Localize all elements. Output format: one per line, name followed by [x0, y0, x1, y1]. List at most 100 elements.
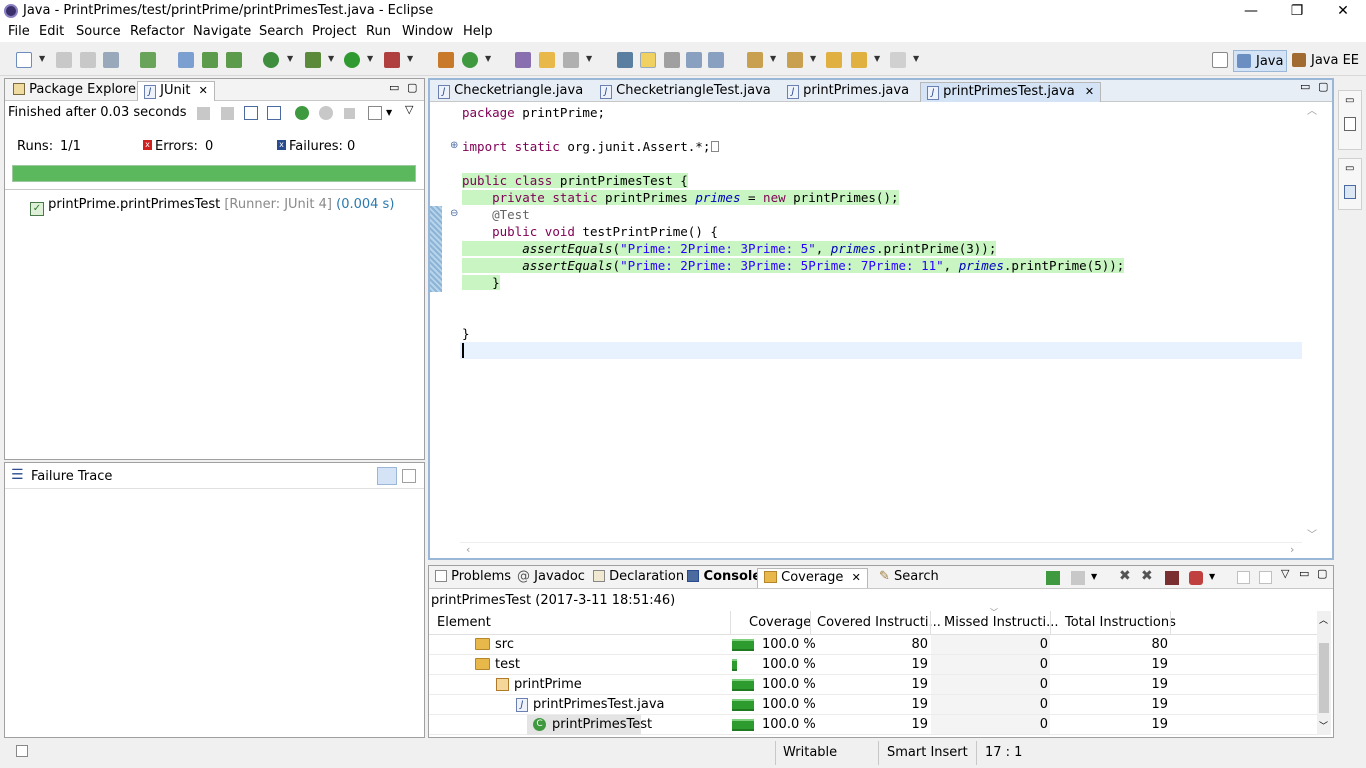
maximize-view-icon[interactable]: ▢ — [407, 81, 417, 94]
column-coverage[interactable]: Coverage — [749, 615, 811, 630]
close-button[interactable]: ✕ — [1320, 0, 1366, 22]
back-icon[interactable] — [851, 52, 867, 68]
table-row[interactable]: C printPrimesTest 100.0 % 19 0 19 — [429, 715, 1319, 735]
collapse-fold-icon[interactable]: ⊖ — [450, 208, 458, 219]
scroll-up-icon[interactable]: ︿ — [1319, 613, 1328, 626]
stop-icon[interactable] — [344, 108, 355, 119]
scroll-thumb[interactable] — [1319, 643, 1329, 713]
new-junit-icon[interactable] — [202, 52, 218, 68]
tab-checketriangle[interactable]: J Checketriangle.java — [432, 82, 589, 102]
scroll-down-icon[interactable]: ﹀ — [1319, 719, 1328, 732]
run-icon[interactable] — [344, 52, 360, 68]
collapse-all-icon[interactable] — [1237, 571, 1250, 584]
paragraph-icon[interactable] — [708, 52, 724, 68]
previous-annotation-dropdown-icon[interactable]: ▼ — [810, 54, 816, 63]
remove-session-icon[interactable]: ✖ — [1119, 568, 1131, 584]
open-perspective-icon[interactable] — [1212, 52, 1228, 68]
outline-icon[interactable] — [1344, 117, 1356, 131]
filter-stack-icon[interactable] — [377, 467, 397, 485]
save-icon[interactable] — [56, 52, 72, 68]
dump-execution-data-icon[interactable] — [1071, 571, 1085, 585]
tab-console[interactable]: Console — [681, 568, 767, 588]
close-icon[interactable]: ✕ — [852, 571, 861, 584]
next-annotation-icon[interactable] — [747, 52, 763, 68]
minimize-view-icon[interactable]: ▭ — [389, 81, 399, 94]
remove-all-sessions-icon[interactable]: ✖ — [1141, 568, 1153, 584]
open-type-icon[interactable] — [515, 52, 531, 68]
table-row[interactable]: J printPrimesTest.java 100.0 % 19 0 19 — [429, 695, 1319, 715]
new-package-icon[interactable] — [438, 52, 454, 68]
session-dropdown-icon[interactable]: ▼ — [1209, 572, 1215, 581]
menu-search[interactable]: Search — [259, 24, 304, 39]
table-row[interactable]: test 100.0 % 19 0 19 — [429, 655, 1319, 675]
toggle-breadcrumb-icon[interactable] — [617, 52, 633, 68]
tab-declaration[interactable]: Declaration — [587, 568, 690, 588]
scroll-lock-icon[interactable] — [267, 106, 281, 120]
menu-refactor[interactable]: Refactor — [130, 24, 185, 39]
minimize-button[interactable]: — — [1228, 0, 1274, 22]
select-session-icon[interactable] — [1189, 571, 1203, 585]
tab-printprimes[interactable]: J printPrimes.java — [781, 82, 915, 102]
tab-printprimestest[interactable]: J printPrimesTest.java ✕ — [920, 82, 1102, 102]
show-failures-only-icon[interactable] — [244, 106, 258, 120]
tab-coverage[interactable]: Coverage ✕ — [757, 568, 868, 588]
run-dropdown-icon[interactable]: ▼ — [367, 54, 373, 63]
tab-search[interactable]: ✎ Search — [873, 568, 945, 588]
restore-view-icon[interactable]: ▭ — [1345, 95, 1354, 106]
test-history-icon[interactable] — [368, 106, 382, 120]
menu-project[interactable]: Project — [312, 24, 356, 39]
history-dropdown-icon[interactable]: ▼ — [386, 108, 392, 117]
forward-icon[interactable] — [890, 52, 906, 68]
save-all-icon[interactable] — [80, 52, 96, 68]
back-dropdown-icon[interactable]: ▼ — [874, 54, 880, 63]
close-icon[interactable]: ✕ — [199, 84, 208, 97]
tab-javadoc[interactable]: @ Javadoc — [511, 568, 591, 588]
view-menu-icon[interactable]: ▽ — [405, 103, 413, 116]
coverage-dropdown-icon[interactable]: ▼ — [287, 54, 293, 63]
minimize-editor-icon[interactable]: ▭ — [1300, 80, 1310, 93]
menu-navigate[interactable]: Navigate — [193, 24, 251, 39]
previous-failure-icon[interactable] — [221, 107, 234, 120]
view-menu-icon[interactable]: ▽ — [1281, 567, 1289, 580]
search-icon[interactable] — [563, 52, 579, 68]
merge-sessions-icon[interactable] — [1165, 571, 1179, 585]
search-dropdown-icon[interactable]: ▼ — [586, 54, 592, 63]
skip-breakpoints-icon[interactable] — [140, 52, 156, 68]
open-task-icon[interactable] — [539, 52, 555, 68]
code-area[interactable]: package printPrime; import static org.ju… — [460, 102, 1302, 542]
scroll-right-icon[interactable]: › — [1290, 543, 1294, 556]
scroll-up-icon[interactable]: ︿ — [1307, 102, 1317, 117]
print-icon[interactable] — [103, 52, 119, 68]
column-missed[interactable]: Missed Instructi... — [944, 615, 1059, 630]
restore-button[interactable]: ❐ — [1274, 0, 1320, 22]
tab-package-explorer[interactable]: Package Explorer — [7, 81, 147, 101]
show-whitespace-icon[interactable] — [686, 52, 702, 68]
menu-file[interactable]: File — [8, 24, 30, 39]
expand-fold-icon[interactable]: ⊕ — [450, 140, 458, 151]
scroll-left-icon[interactable]: ‹ — [466, 543, 470, 556]
dump-dropdown-icon[interactable]: ▼ — [1091, 572, 1097, 581]
forward-dropdown-icon[interactable]: ▼ — [913, 54, 919, 63]
new-class-icon[interactable] — [462, 52, 478, 68]
previous-annotation-icon[interactable] — [787, 52, 803, 68]
test-result-item[interactable]: ✓ printPrime.printPrimesTest [Runner: JU… — [30, 197, 394, 216]
new-test-suite-icon[interactable] — [226, 52, 242, 68]
column-total[interactable]: Total Instructions — [1065, 615, 1176, 630]
coverage-icon[interactable] — [263, 52, 279, 68]
mark-occurrences-icon[interactable] — [640, 52, 656, 68]
java-perspective-button[interactable]: Java — [1233, 50, 1287, 72]
new-class-dropdown-icon[interactable]: ▼ — [485, 54, 491, 63]
menu-help[interactable]: Help — [463, 24, 493, 39]
maximize-view-icon[interactable]: ▢ — [1317, 567, 1327, 580]
menu-run[interactable]: Run — [366, 24, 391, 39]
menu-window[interactable]: Window — [402, 24, 453, 39]
debug-icon[interactable] — [305, 52, 321, 68]
menu-source[interactable]: Source — [76, 24, 121, 39]
task-list-icon[interactable] — [1344, 185, 1356, 199]
maximize-editor-icon[interactable]: ▢ — [1318, 80, 1328, 93]
restore-view-icon[interactable]: ▭ — [1345, 163, 1354, 174]
compare-result-icon[interactable] — [402, 469, 416, 483]
debug-dropdown-icon[interactable]: ▼ — [328, 54, 334, 63]
table-row[interactable]: src 100.0 % 80 0 80 — [429, 635, 1319, 655]
new-icon[interactable] — [16, 52, 32, 68]
